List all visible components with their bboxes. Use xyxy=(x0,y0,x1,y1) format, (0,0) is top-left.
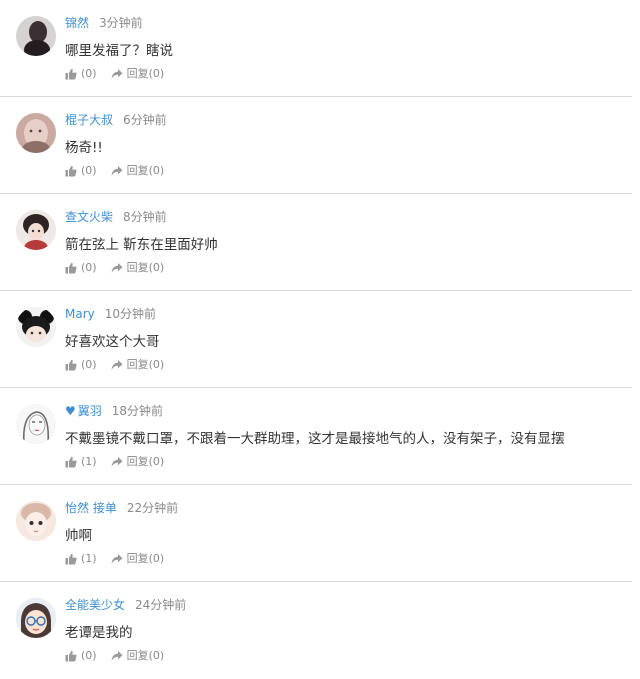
comment-text: 帅啊 xyxy=(65,528,92,544)
comment-item: 查文火柴 8分钟前 箭在弦上 靳东在里面好帅 (0) 回复(0) xyxy=(0,194,632,291)
reply-button[interactable]: 回复(0) xyxy=(111,358,165,372)
comment-meta: ♥ 翼羽 18分钟前 xyxy=(65,403,163,419)
share-arrow-icon xyxy=(111,166,123,176)
comment-meta: 查文火柴 8分钟前 xyxy=(65,209,167,225)
comment-text: 不戴墨镜不戴口罩，不跟着一大群助理，这才是最接地气的人，没有架子，没有显摆 xyxy=(65,431,565,447)
like-count: (1) xyxy=(81,455,97,468)
share-arrow-icon xyxy=(111,360,123,370)
comment-item: 锦然 3分钟前 哪里发福了？瞎说 (0) 回复(0) xyxy=(0,0,632,97)
reply-button[interactable]: 回复(0) xyxy=(111,649,165,663)
like-button[interactable]: (1) xyxy=(65,455,97,469)
comment-actions: (1) 回复(0) xyxy=(65,455,164,469)
like-button[interactable]: (0) xyxy=(65,649,97,663)
username[interactable]: 翼羽 xyxy=(78,404,102,418)
timestamp: 3分钟前 xyxy=(99,16,143,30)
thumbs-up-icon xyxy=(65,359,77,371)
avatar[interactable] xyxy=(16,501,56,541)
reply-count: 回复(0) xyxy=(126,67,165,80)
thumbs-up-icon xyxy=(65,68,77,80)
comment-actions: (0) 回复(0) xyxy=(65,649,164,663)
username[interactable]: 锦然 xyxy=(65,16,89,30)
like-button[interactable]: (0) xyxy=(65,261,97,275)
comment-meta: 全能美少女 24分钟前 xyxy=(65,597,186,613)
avatar[interactable] xyxy=(16,16,56,56)
reply-count: 回复(0) xyxy=(126,649,165,662)
share-arrow-icon xyxy=(111,263,123,273)
comment-item: 怡然 接单 22分钟前 帅啊 (1) 回复(0) xyxy=(0,485,632,582)
reply-count: 回复(0) xyxy=(126,455,165,468)
reply-button[interactable]: 回复(0) xyxy=(111,552,165,566)
timestamp: 24分钟前 xyxy=(135,598,187,612)
comment-actions: (0) 回复(0) xyxy=(65,164,164,178)
avatar[interactable] xyxy=(16,113,56,153)
like-count: (0) xyxy=(81,67,97,80)
share-arrow-icon xyxy=(111,554,123,564)
thumbs-up-icon xyxy=(65,553,77,565)
comment-text: 杨奇!! xyxy=(65,140,103,156)
comment-item: 棍子大叔 6分钟前 杨奇!! (0) 回复(0) xyxy=(0,97,632,194)
comment-actions: (0) 回复(0) xyxy=(65,261,164,275)
reply-button[interactable]: 回复(0) xyxy=(111,67,165,81)
reply-count: 回复(0) xyxy=(126,552,165,565)
comment-text: 老谭是我的 xyxy=(65,625,133,641)
reply-button[interactable]: 回复(0) xyxy=(111,164,165,178)
comment-text: 哪里发福了？瞎说 xyxy=(65,43,173,59)
share-arrow-icon xyxy=(111,651,123,661)
timestamp: 10分钟前 xyxy=(104,307,157,321)
timestamp: 8分钟前 xyxy=(123,210,167,224)
comment-meta: 怡然 接单 22分钟前 xyxy=(65,500,178,516)
username[interactable]: Mary xyxy=(65,307,95,321)
thumbs-up-icon xyxy=(65,650,77,662)
comment-item: Mary 10分钟前 好喜欢这个大哥 (0) 回复(0) xyxy=(0,291,632,388)
username[interactable]: 查文火柴 xyxy=(65,210,113,224)
timestamp: 18分钟前 xyxy=(111,404,164,418)
comment-actions: (0) 回复(0) xyxy=(65,358,164,372)
reply-count: 回复(0) xyxy=(126,358,165,371)
thumbs-up-icon xyxy=(65,262,77,274)
like-button[interactable]: (0) xyxy=(65,164,97,178)
thumbs-up-icon xyxy=(65,165,77,177)
comment-text: 好喜欢这个大哥 xyxy=(65,334,160,350)
comment-meta: 棍子大叔 6分钟前 xyxy=(65,112,167,128)
like-button[interactable]: (0) xyxy=(65,358,97,372)
share-arrow-icon xyxy=(111,457,123,467)
like-count: (0) xyxy=(81,164,97,177)
username[interactable]: 怡然 接单 xyxy=(65,501,117,515)
avatar[interactable] xyxy=(16,307,56,347)
comment-actions: (1) 回复(0) xyxy=(65,552,164,566)
avatar[interactable] xyxy=(16,598,56,638)
comment-meta: 锦然 3分钟前 xyxy=(65,15,143,31)
comment-meta: Mary 10分钟前 xyxy=(65,306,156,322)
comment-text: 箭在弦上 靳东在里面好帅 xyxy=(65,237,218,253)
timestamp: 6分钟前 xyxy=(123,113,167,127)
thumbs-up-icon xyxy=(65,456,77,468)
like-count: (1) xyxy=(81,552,97,565)
avatar[interactable] xyxy=(16,210,56,250)
username[interactable]: 棍子大叔 xyxy=(65,113,113,127)
like-count: (0) xyxy=(81,261,97,274)
username[interactable]: 全能美少女 xyxy=(65,598,125,612)
timestamp: 22分钟前 xyxy=(126,501,179,515)
reply-button[interactable]: 回复(0) xyxy=(111,261,165,275)
comment-item: ♥ 翼羽 18分钟前 不戴墨镜不戴口罩，不跟着一大群助理，这才是最接地气的人，没有架… xyxy=(0,388,632,485)
like-count: (0) xyxy=(81,358,97,371)
heart-icon: ♥ xyxy=(65,404,76,418)
reply-count: 回复(0) xyxy=(126,261,165,274)
comment-item: 全能美少女 24分钟前 老谭是我的 (0) 回复(0) xyxy=(0,582,632,679)
like-button[interactable]: (0) xyxy=(65,67,97,81)
reply-button[interactable]: 回复(0) xyxy=(111,455,165,469)
like-button[interactable]: (1) xyxy=(65,552,97,566)
comment-actions: (0) 回复(0) xyxy=(65,67,164,81)
comment-list: 锦然 3分钟前 哪里发福了？瞎说 (0) 回复(0) 棍子大叔 6分钟前 杨奇!! … xyxy=(0,0,640,679)
like-count: (0) xyxy=(81,649,97,662)
reply-count: 回复(0) xyxy=(126,164,165,177)
share-arrow-icon xyxy=(111,69,123,79)
avatar[interactable] xyxy=(16,404,56,444)
